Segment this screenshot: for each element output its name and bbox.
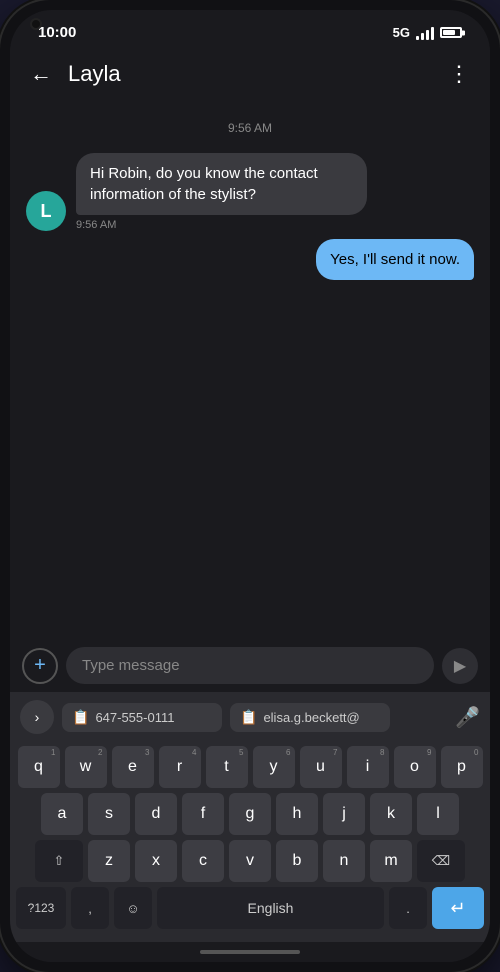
status-time: 10:00	[38, 24, 76, 41]
key-q[interactable]: q1	[18, 746, 60, 788]
key-n[interactable]: n	[323, 840, 365, 882]
key-h[interactable]: h	[276, 793, 318, 835]
key-p[interactable]: p0	[441, 746, 483, 788]
key-j[interactable]: j	[323, 793, 365, 835]
chip-email-text: elisa.g.beckett@	[263, 710, 359, 725]
key-y[interactable]: y6	[253, 746, 295, 788]
keyboard: q1 w2 e3 r4 t5 y6 u7 i8 o9 p0 a s d f g …	[10, 742, 490, 942]
keyboard-row-2: a s d f g h j k l	[16, 793, 484, 835]
key-u[interactable]: u7	[300, 746, 342, 788]
key-a[interactable]: a	[41, 793, 83, 835]
status-icons: 5G	[393, 25, 462, 40]
keyboard-suggestions-bar: › 📋 647-555-0111 📋 elisa.g.beckett@ 🎤	[10, 692, 490, 742]
received-bubble-wrapper: Hi Robin, do you know the contact inform…	[76, 153, 367, 231]
key-r[interactable]: r4	[159, 746, 201, 788]
gesture-bar	[10, 942, 490, 962]
message-timestamp: 9:56 AM	[26, 121, 474, 135]
messages-area: 9:56 AM L Hi Robin, do you know the cont…	[10, 101, 490, 639]
key-d[interactable]: d	[135, 793, 177, 835]
key-v[interactable]: v	[229, 840, 271, 882]
send-button[interactable]: ▶	[442, 648, 478, 684]
key-enter[interactable]: ↵	[432, 887, 484, 929]
camera-dot	[30, 18, 42, 30]
attach-button[interactable]: +	[22, 648, 58, 684]
key-b[interactable]: b	[276, 840, 318, 882]
phone-frame: 10:00 5G ← Layla ⋮ 9:56 AM	[0, 0, 500, 972]
battery-icon	[440, 27, 462, 38]
network-label: 5G	[393, 25, 410, 40]
keyboard-row-1: q1 w2 e3 r4 t5 y6 u7 i8 o9 p0	[16, 746, 484, 788]
mic-button[interactable]: 🎤	[455, 705, 480, 730]
key-c[interactable]: c	[182, 840, 224, 882]
received-bubble: Hi Robin, do you know the contact inform…	[76, 153, 367, 215]
message-input[interactable]: Type message	[66, 647, 434, 684]
key-t[interactable]: t5	[206, 746, 248, 788]
key-delete[interactable]: ⌫	[417, 840, 465, 882]
key-g[interactable]: g	[229, 793, 271, 835]
key-s[interactable]: s	[88, 793, 130, 835]
key-o[interactable]: o9	[394, 746, 436, 788]
contact-avatar: L	[26, 191, 66, 231]
suggestion-chip-email[interactable]: 📋 elisa.g.beckett@	[230, 703, 390, 732]
key-z[interactable]: z	[88, 840, 130, 882]
key-emoji[interactable]: ☺	[114, 887, 152, 929]
key-e[interactable]: e3	[112, 746, 154, 788]
key-l[interactable]: l	[417, 793, 459, 835]
key-k[interactable]: k	[370, 793, 412, 835]
message-input-bar: + Type message ▶	[10, 639, 490, 692]
chip-email-icon: 📋	[240, 709, 257, 726]
suggestions-expand-button[interactable]: ›	[20, 700, 54, 734]
key-w[interactable]: w2	[65, 746, 107, 788]
key-space[interactable]: English	[157, 887, 384, 929]
keyboard-row-4: ?123 , ☺ English . ↵	[16, 887, 484, 929]
key-m[interactable]: m	[370, 840, 412, 882]
key-period[interactable]: .	[389, 887, 427, 929]
back-button[interactable]: ←	[26, 57, 56, 91]
suggestion-chip-phone[interactable]: 📋 647-555-0111	[62, 703, 222, 732]
sent-bubble-wrapper: Yes, I'll send it now.	[316, 239, 474, 280]
received-message-row: L Hi Robin, do you know the contact info…	[26, 153, 474, 231]
screen: 10:00 5G ← Layla ⋮ 9:56 AM	[10, 10, 490, 962]
contact-name: Layla	[68, 61, 432, 87]
key-num[interactable]: ?123	[16, 887, 66, 929]
message-placeholder: Type message	[82, 657, 180, 674]
key-i[interactable]: i8	[347, 746, 389, 788]
more-options-button[interactable]: ⋮	[444, 57, 474, 91]
key-f[interactable]: f	[182, 793, 224, 835]
chip-phone-icon: 📋	[72, 709, 89, 726]
sent-message-row: Yes, I'll send it now.	[26, 239, 474, 280]
arrow-icon: ›	[35, 709, 40, 725]
status-bar: 10:00 5G	[10, 10, 490, 47]
key-shift[interactable]: ⇧	[35, 840, 83, 882]
sent-bubble: Yes, I'll send it now.	[316, 239, 474, 280]
gesture-indicator	[200, 950, 300, 954]
app-bar: ← Layla ⋮	[10, 47, 490, 101]
key-x[interactable]: x	[135, 840, 177, 882]
chip-phone-text: 647-555-0111	[95, 710, 174, 725]
key-comma[interactable]: ,	[71, 887, 109, 929]
keyboard-row-3: ⇧ z x c v b n m ⌫	[16, 840, 484, 882]
signal-icon	[416, 26, 434, 40]
received-message-time: 9:56 AM	[76, 219, 367, 231]
send-icon: ▶	[454, 656, 466, 676]
